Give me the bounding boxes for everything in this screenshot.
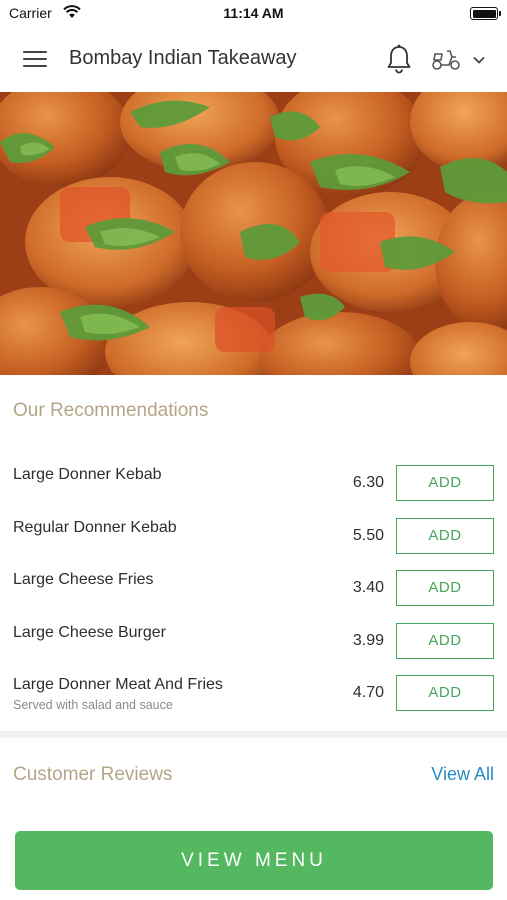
clock-time: 11:14 AM [223,5,284,21]
item-name: Large Cheese Burger [13,624,166,641]
bell-icon[interactable] [385,43,413,75]
item-name: Large Cheese Fries [13,571,154,588]
list-item: Large Donner Meat And Fries Served with … [0,675,507,716]
item-price: 3.40 [352,579,384,596]
menu-icon[interactable] [23,49,47,69]
list-item: Regular Donner Kebab 5.50 ADD [0,518,507,559]
item-name: Regular Donner Kebab [13,519,177,536]
view-menu-button[interactable]: VIEW MENU [15,831,493,890]
recommendations-heading: Our Recommendations [13,400,209,421]
add-button[interactable]: ADD [396,465,494,501]
item-price: 4.70 [352,684,384,701]
list-item: Large Cheese Fries 3.40 ADD [0,570,507,611]
scooter-icon[interactable] [430,46,462,72]
add-button[interactable]: ADD [396,675,494,711]
hero-food-image [0,92,507,375]
battery-icon [470,7,501,20]
status-bar: Carrier 11:14 AM [0,0,507,28]
section-divider [0,731,507,738]
list-item: Large Cheese Burger 3.99 ADD [0,623,507,664]
item-name: Large Donner Kebab [13,466,162,483]
chevron-down-icon[interactable] [472,53,486,65]
add-button[interactable]: ADD [396,518,494,554]
add-button[interactable]: ADD [396,623,494,659]
item-name: Large Donner Meat And Fries [13,676,223,693]
item-price: 6.30 [352,474,384,491]
item-description: Served with salad and sauce [13,698,173,712]
app-header: Bombay Indian Takeaway [0,28,507,92]
list-item: Large Donner Kebab 6.30 ADD [0,465,507,506]
item-price: 3.99 [352,632,384,649]
reviews-heading: Customer Reviews [13,764,173,785]
add-button[interactable]: ADD [396,570,494,606]
view-all-link[interactable]: View All [431,764,494,785]
page-title: Bombay Indian Takeaway [69,47,297,69]
item-price: 5.50 [352,527,384,544]
